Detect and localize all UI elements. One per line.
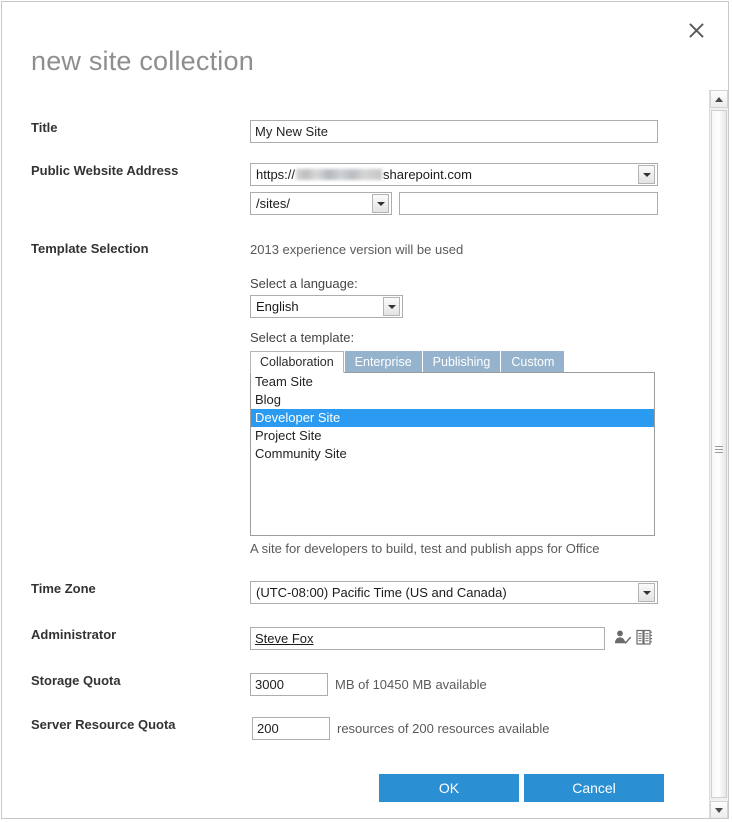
- time-zone-label: Time Zone: [31, 581, 96, 596]
- vertical-scrollbar[interactable]: [709, 90, 728, 818]
- url-host-dropdown-arrow[interactable]: [638, 165, 655, 184]
- server-resource-quota-label: Server Resource Quota: [31, 717, 176, 732]
- administrator-label: Administrator: [31, 627, 117, 642]
- template-selection-label: Template Selection: [31, 241, 149, 256]
- select-language-label: Select a language:: [250, 276, 358, 291]
- chevron-down-icon: [642, 590, 651, 595]
- scroll-down-button[interactable]: [710, 801, 728, 818]
- list-item[interactable]: Team Site: [251, 373, 654, 391]
- url-path-text: /sites/: [256, 196, 290, 211]
- template-category-tabs: Collaboration Enterprise Publishing Cust…: [250, 351, 655, 373]
- chevron-down-icon: [376, 201, 385, 206]
- form-body: Title Public Website Address https:// sha…: [2, 100, 680, 818]
- url-suffix: sharepoint.com: [383, 167, 472, 182]
- scrollbar-thumb[interactable]: [711, 110, 727, 798]
- url-path-row: /sites/: [250, 192, 658, 215]
- time-zone-dropdown[interactable]: (UTC-08:00) Pacific Time (US and Canada): [250, 581, 658, 604]
- tab-enterprise[interactable]: Enterprise: [344, 351, 422, 373]
- storage-quota-label: Storage Quota: [31, 673, 121, 688]
- scroll-down-arrow-icon: [715, 807, 723, 813]
- server-resource-quota-input[interactable]: [252, 717, 330, 740]
- scrollbar-grip-icon: [715, 446, 723, 453]
- cancel-button[interactable]: Cancel: [524, 774, 664, 802]
- storage-quota-input[interactable]: [250, 673, 328, 696]
- language-dropdown[interactable]: English: [250, 295, 403, 318]
- time-zone-selected-value: (UTC-08:00) Pacific Time (US and Canada): [256, 585, 507, 600]
- chevron-down-icon: [387, 304, 396, 309]
- select-template-label: Select a template:: [250, 330, 355, 345]
- storage-quota-suffix: MB of 10450 MB available: [335, 677, 487, 692]
- page-title: new site collection: [31, 46, 254, 76]
- tab-collaboration[interactable]: Collaboration: [250, 351, 344, 373]
- public-website-address-label: Public Website Address: [31, 163, 179, 178]
- chevron-down-icon: [642, 172, 651, 177]
- url-redacted-segment: [296, 169, 383, 180]
- check-names-button[interactable]: [614, 629, 631, 646]
- language-selected-value: English: [256, 299, 299, 314]
- scroll-up-button[interactable]: [710, 90, 728, 108]
- template-description: A site for developers to build, test and…: [250, 541, 600, 556]
- url-path-dropdown-arrow[interactable]: [372, 194, 389, 213]
- list-item[interactable]: Community Site: [251, 445, 654, 463]
- language-dropdown-arrow[interactable]: [383, 297, 400, 316]
- tab-publishing[interactable]: Publishing: [422, 351, 501, 373]
- browse-address-book-button[interactable]: [636, 629, 653, 646]
- site-name-input[interactable]: [399, 192, 658, 215]
- url-path-dropdown[interactable]: /sites/: [250, 192, 392, 215]
- list-item[interactable]: Developer Site: [251, 409, 654, 427]
- title-input[interactable]: [250, 120, 658, 143]
- check-names-person-icon: [614, 630, 631, 644]
- url-prefix: https://: [256, 167, 296, 182]
- experience-version-note: 2013 experience version will be used: [250, 242, 464, 257]
- administrator-value: Steve Fox: [255, 631, 314, 646]
- people-picker-actions: [614, 629, 653, 646]
- tab-custom[interactable]: Custom: [501, 351, 565, 373]
- list-item[interactable]: Project Site: [251, 427, 654, 445]
- server-resource-quota-suffix: resources of 200 resources available: [337, 721, 550, 736]
- dialog-footer: OK Cancel: [2, 774, 680, 814]
- address-book-icon: [636, 629, 652, 645]
- time-zone-dropdown-arrow[interactable]: [638, 583, 655, 602]
- new-site-collection-dialog: new site collection Title Public Website…: [1, 1, 729, 819]
- url-host-dropdown[interactable]: https:// sharepoint.com: [250, 163, 658, 186]
- ok-button[interactable]: OK: [379, 774, 519, 802]
- administrator-people-picker[interactable]: Steve Fox: [250, 627, 605, 650]
- scroll-up-arrow-icon: [715, 96, 723, 102]
- list-item[interactable]: Blog: [251, 391, 654, 409]
- title-label: Title: [31, 120, 58, 135]
- close-icon: [688, 22, 704, 38]
- url-host-text: https:// sharepoint.com: [251, 167, 638, 182]
- close-button[interactable]: [682, 16, 710, 44]
- template-listbox[interactable]: Team Site Blog Developer Site Project Si…: [250, 372, 655, 536]
